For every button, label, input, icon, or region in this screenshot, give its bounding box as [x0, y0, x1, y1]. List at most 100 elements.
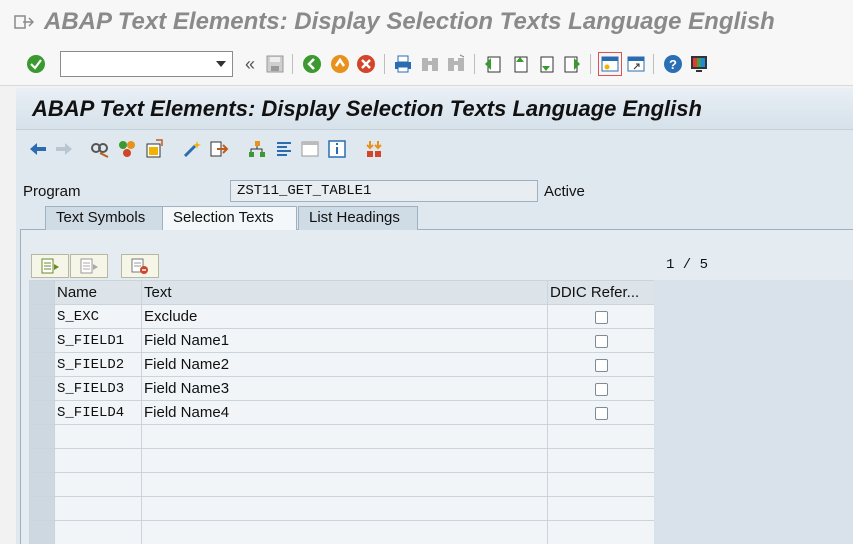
menu-icon[interactable] [14, 14, 35, 30]
row-ddic-cell [547, 424, 655, 449]
display-change-icon[interactable] [90, 139, 110, 159]
tab-text-symbols[interactable]: Text Symbols [45, 206, 171, 230]
row-selector[interactable] [29, 520, 55, 544]
command-field[interactable] [60, 51, 233, 77]
row-selector[interactable] [29, 328, 55, 353]
magic-wand-icon[interactable] [182, 139, 202, 159]
generate-shortcut-icon[interactable] [626, 54, 646, 74]
help-icon[interactable]: ? [663, 54, 683, 74]
row-selector[interactable] [29, 304, 55, 329]
program-field[interactable]: ZST11_GET_TABLE1 [230, 180, 538, 202]
row-ddic-cell [547, 328, 655, 353]
find-icon[interactable] [420, 54, 440, 74]
select-all-cell[interactable] [29, 280, 55, 305]
row-ddic-cell [547, 520, 655, 544]
back-icon[interactable] [302, 54, 322, 74]
sort-icon[interactable] [364, 139, 384, 159]
back-arrows-icon[interactable]: « [240, 54, 260, 74]
ddic-checkbox[interactable] [594, 334, 608, 348]
deselect-all-button[interactable] [70, 254, 108, 278]
table-row[interactable]: S_FIELD3 Field Name3 [29, 376, 655, 401]
deselect-all-icon [80, 258, 98, 274]
row-name-cell [54, 424, 142, 449]
row-selector[interactable] [29, 400, 55, 425]
object-list-icon[interactable] [247, 139, 267, 159]
next-page-icon[interactable] [536, 54, 556, 74]
select-all-icon [41, 258, 59, 274]
row-ddic-cell [547, 304, 655, 329]
row-text-cell [141, 424, 548, 449]
tab-strip: Text Symbols Selection Texts List Headin… [20, 206, 853, 231]
status-text: Active [544, 183, 585, 200]
row-name-cell: S_FIELD4 [54, 400, 142, 425]
row-name-cell [54, 472, 142, 497]
create-session-icon[interactable] [598, 52, 622, 76]
table-row[interactable]: S_EXC Exclude [29, 304, 655, 329]
row-ddic-cell [547, 400, 655, 425]
empty-table-row [29, 496, 655, 521]
find-next-icon[interactable] [446, 54, 466, 74]
row-name-cell [54, 496, 142, 521]
column-header-text[interactable]: Text [141, 280, 548, 305]
row-selector[interactable] [29, 424, 55, 449]
toolbar-separator [653, 54, 654, 74]
row-selector[interactable] [29, 376, 55, 401]
window-title-bar: ABAP Text Elements: Display Selection Te… [0, 0, 853, 44]
row-selector[interactable] [29, 472, 55, 497]
row-counter: 1 / 5 [666, 257, 709, 273]
other-object-icon[interactable] [144, 139, 164, 159]
ddic-checkbox[interactable] [594, 382, 608, 396]
row-ddic-cell [547, 448, 655, 473]
back-arrow-icon[interactable] [28, 139, 48, 159]
row-text-cell[interactable]: Field Name3 [141, 376, 548, 401]
customize-layout-icon[interactable] [689, 54, 709, 74]
table-row[interactable]: S_FIELD4 Field Name4 [29, 400, 655, 425]
delete-row-button[interactable] [121, 254, 159, 278]
chevron-down-icon[interactable] [216, 61, 226, 67]
row-text-cell [141, 496, 548, 521]
column-header-ddic[interactable]: DDIC Refer... [547, 280, 655, 305]
table-row[interactable]: S_FIELD1 Field Name1 [29, 328, 655, 353]
tab-list-headings[interactable]: List Headings [298, 206, 418, 230]
where-used-icon[interactable] [209, 139, 229, 159]
row-text-cell[interactable]: Field Name1 [141, 328, 548, 353]
ddic-checkbox[interactable] [594, 406, 608, 420]
row-selector[interactable] [29, 448, 55, 473]
first-page-icon[interactable] [483, 54, 503, 74]
table-row[interactable]: S_FIELD2 Field Name2 [29, 352, 655, 377]
activate-icon[interactable] [117, 139, 137, 159]
save-icon[interactable] [265, 54, 285, 74]
application-toolbar [16, 130, 853, 168]
row-ddic-cell [547, 472, 655, 497]
row-selector[interactable] [29, 352, 55, 377]
previous-page-icon[interactable] [510, 54, 530, 74]
exit-icon[interactable] [330, 54, 350, 74]
column-header-name[interactable]: Name [54, 280, 142, 305]
table-empty-area [654, 280, 853, 544]
row-text-cell[interactable]: Field Name2 [141, 352, 548, 377]
ddic-checkbox[interactable] [594, 310, 608, 324]
toolbar-separator [292, 54, 293, 74]
fullscreen-icon[interactable] [300, 139, 320, 159]
cancel-icon[interactable] [356, 54, 376, 74]
navigation-window-icon[interactable] [274, 139, 294, 159]
ddic-checkbox[interactable] [594, 358, 608, 372]
row-selector[interactable] [29, 496, 55, 521]
row-ddic-cell [547, 376, 655, 401]
row-text-cell[interactable]: Field Name4 [141, 400, 548, 425]
toolbar-separator [590, 54, 591, 74]
row-text-cell [141, 520, 548, 544]
row-name-cell: S_FIELD1 [54, 328, 142, 353]
row-text-cell [141, 472, 548, 497]
enter-icon[interactable] [26, 54, 46, 74]
page-title: ABAP Text Elements: Display Selection Te… [32, 96, 702, 121]
forward-arrow-icon[interactable] [54, 139, 74, 159]
empty-table-row [29, 424, 655, 449]
row-text-cell[interactable]: Exclude [141, 304, 548, 329]
last-page-icon[interactable] [562, 54, 582, 74]
empty-table-row [29, 472, 655, 497]
select-all-button[interactable] [31, 254, 69, 278]
tab-selection-texts[interactable]: Selection Texts [162, 206, 297, 231]
print-icon[interactable] [393, 54, 413, 74]
info-icon[interactable] [327, 139, 347, 159]
